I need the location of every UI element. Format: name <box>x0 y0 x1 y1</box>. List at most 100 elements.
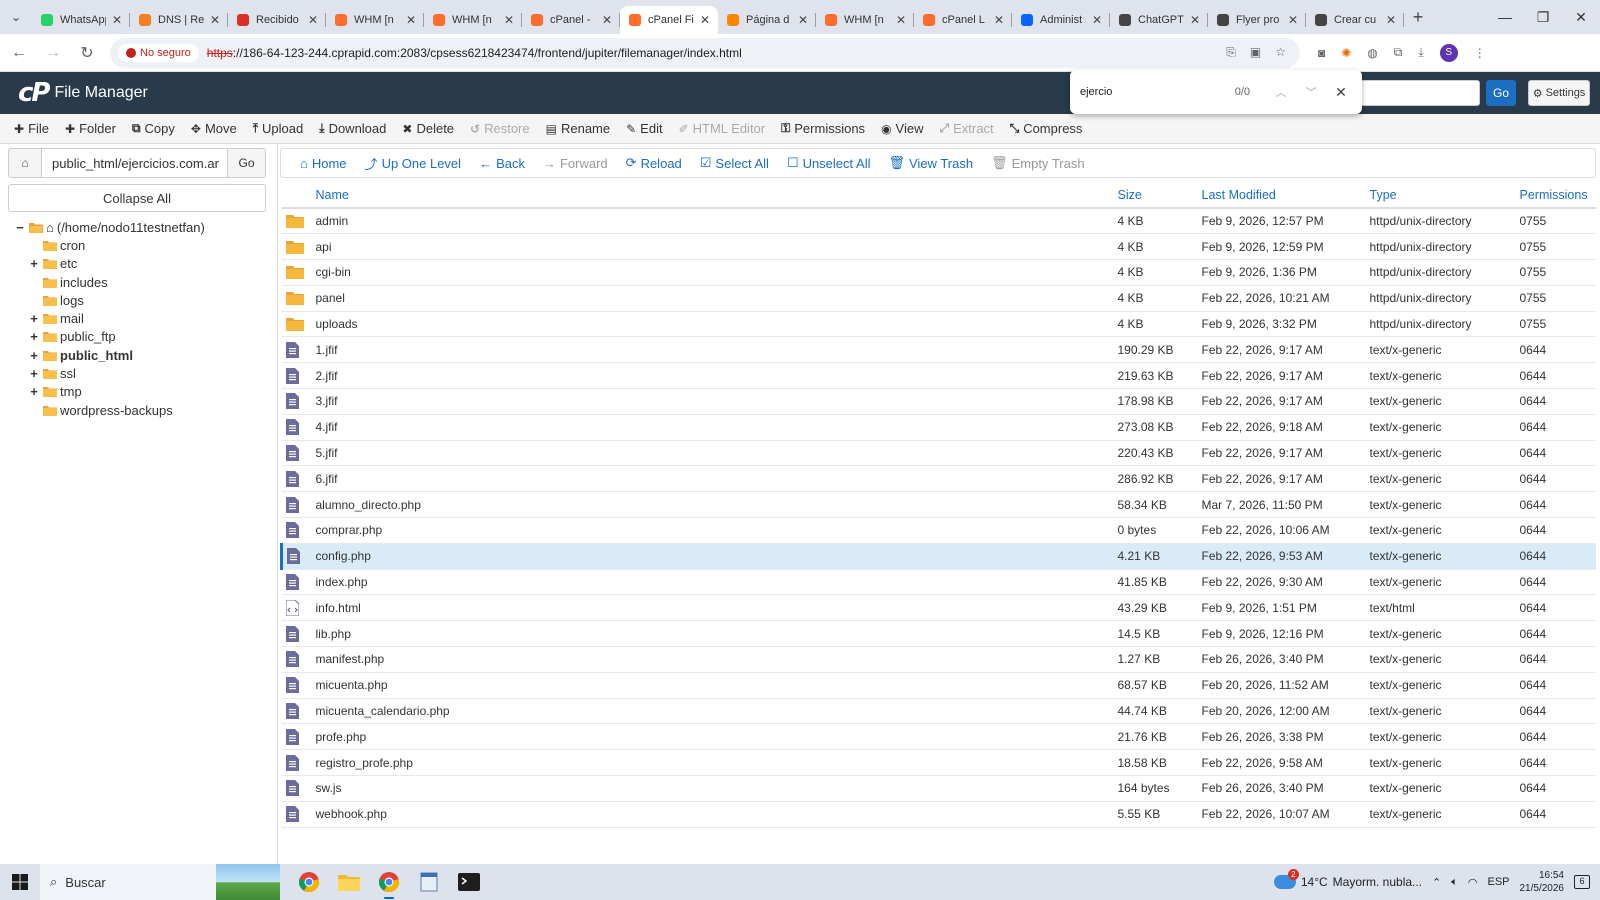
action-up-one-level-button[interactable]: ⤴ Up One Level <box>356 154 471 173</box>
language-indicator[interactable]: ESP <box>1487 876 1509 888</box>
toolbar-view-button[interactable]: ◉ View <box>873 121 931 136</box>
file-name[interactable]: profe.php <box>311 723 1114 751</box>
tree-item-public-html[interactable]: + public_html <box>14 346 274 364</box>
file-name[interactable]: 5.jfif <box>311 440 1114 467</box>
minimize-icon[interactable]: — <box>1486 0 1524 34</box>
expand-toggle-icon[interactable]: + <box>28 329 40 344</box>
tab-close-icon[interactable]: ✕ <box>1288 13 1298 27</box>
file-name[interactable]: api <box>311 233 1114 261</box>
table-row[interactable]: micuenta_calendario.php 44.74 KB Feb 20, 2… <box>281 698 1596 725</box>
action-unselect-all-button[interactable]: ☐ Unselect All <box>778 155 880 171</box>
expand-toggle-icon[interactable]: + <box>28 311 40 326</box>
table-row[interactable]: lib.php 14.5 KB Feb 9, 2026, 12:16 PM text/… <box>281 620 1596 648</box>
expand-toggle-icon[interactable]: + <box>28 256 40 271</box>
table-row[interactable]: 6.jfif 286.92 KB Feb 22, 2026, 9:17 AM text… <box>281 465 1596 493</box>
tab-close-icon[interactable]: ✕ <box>1386 13 1396 27</box>
close-window-icon[interactable]: ✕ <box>1562 0 1600 34</box>
url-field[interactable]: No seguro https ://186-64-123-244.cprapi… <box>110 37 1300 68</box>
toolbar-folder-button[interactable]: ✚ Folder <box>57 121 124 136</box>
extension-spark-icon[interactable]: ✺ <box>1341 46 1351 60</box>
toolbar-restore-button[interactable]: ↺ Restore <box>462 121 538 136</box>
kebab-menu-icon[interactable]: ⋮ <box>1474 46 1486 60</box>
browser-tab[interactable]: Administ ✕ <box>1012 6 1110 34</box>
tree-item-etc[interactable]: + etc <box>14 255 274 273</box>
search-go-button[interactable]: Go <box>1486 80 1516 106</box>
table-row[interactable]: webhook.php 5.55 KB Feb 22, 2026, 10:07 AM… <box>281 801 1596 828</box>
expand-toggle-icon[interactable]: + <box>28 384 40 399</box>
reload-icon[interactable]: ↻ <box>72 38 102 68</box>
table-row[interactable]: comprar.php 0 bytes Feb 22, 2026, 10:06 AM… <box>281 517 1596 544</box>
file-name[interactable]: 2.jfif <box>311 362 1114 390</box>
expand-toggle-icon[interactable]: + <box>28 366 40 381</box>
tree-item-logs[interactable]: logs <box>14 291 274 309</box>
camera-icon[interactable]: ◙ <box>1318 46 1325 60</box>
table-row[interactable]: manifest.php 1.27 KB Feb 26, 2026, 3:40 PM… <box>281 646 1596 673</box>
toolbar-html-editor-button[interactable]: ✐ HTML Editor <box>671 121 774 136</box>
collapse-toggle-icon[interactable]: − <box>14 220 26 235</box>
file-name[interactable]: micuenta_calendario.php <box>311 698 1114 725</box>
taskbar-search[interactable]: ⌕ Buscar <box>40 864 280 900</box>
tree-item-ssl[interactable]: + ssl <box>14 364 274 382</box>
cpanel-logo[interactable]: cP File Manager <box>18 78 148 108</box>
browser-tab[interactable]: Página d ✕ <box>718 6 816 34</box>
notepad-icon[interactable] <box>416 869 442 895</box>
table-row[interactable]: config.php 4.21 KB Feb 22, 2026, 9:53 AM te… <box>280 543 1596 570</box>
table-row[interactable]: info.html 43.29 KB Feb 9, 2026, 1:51 PM tex… <box>281 594 1596 622</box>
action-reload-button[interactable]: ⟳ Reload <box>617 155 691 171</box>
wifi-icon[interactable]: ◠ <box>1468 876 1478 889</box>
file-name[interactable]: config.php <box>311 543 1114 570</box>
table-row[interactable]: 3.jfif 178.98 KB Feb 22, 2026, 9:17 AM text… <box>281 388 1596 415</box>
table-row[interactable]: alumno_directo.php 58.34 KB Mar 7, 2026, 1… <box>281 491 1596 519</box>
tab-close-icon[interactable]: ✕ <box>1092 13 1102 27</box>
action-back-button[interactable]: ← Back <box>470 156 534 171</box>
back-arrow-icon[interactable]: ← <box>4 38 34 68</box>
collapse-all-button[interactable]: Collapse All <box>8 184 266 212</box>
action-view-trash-button[interactable]: 🗑︎ View Trash <box>879 155 982 171</box>
toolbar-extract-button[interactable]: ⤢ Extract <box>932 121 1002 136</box>
table-row[interactable]: 5.jfif 220.43 KB Feb 22, 2026, 9:17 AM text… <box>281 440 1596 467</box>
file-name[interactable]: index.php <box>311 569 1114 596</box>
extension-circle-icon[interactable]: ◍ <box>1367 46 1377 60</box>
table-row[interactable]: 1.jfif 190.29 KB Feb 22, 2026, 9:17 AM text… <box>281 336 1596 364</box>
tab-close-icon[interactable]: ✕ <box>994 13 1004 27</box>
browser-tab[interactable]: Crear cu ✕ <box>1306 6 1404 34</box>
browser-tab[interactable]: WHM [n ✕ <box>326 6 424 34</box>
toolbar-edit-button[interactable]: ✎ Edit <box>618 121 670 136</box>
find-icon[interactable]: ▣ <box>1250 45 1261 60</box>
file-name[interactable]: info.html <box>311 594 1114 622</box>
file-explorer-icon[interactable] <box>336 869 362 895</box>
file-name[interactable]: 6.jfif <box>311 465 1114 493</box>
table-row[interactable]: registro_profe.php 18.58 KB Feb 22, 2026, … <box>281 749 1596 777</box>
action-home-button[interactable]: ⌂ Home <box>291 156 356 171</box>
browser-tab[interactable]: Recibido ✕ <box>228 6 326 34</box>
browser-tab[interactable]: cPanel L ✕ <box>914 6 1012 34</box>
toolbar-rename-button[interactable]: ▤ Rename <box>538 121 618 136</box>
tab-close-icon[interactable]: ✕ <box>700 13 710 27</box>
notifications-icon[interactable]: 6 <box>1574 875 1590 889</box>
file-name[interactable]: lib.php <box>311 620 1114 648</box>
table-row[interactable]: sw.js 164 bytes Feb 26, 2026, 3:40 PM text/… <box>281 775 1596 802</box>
home-icon[interactable]: ⌂ <box>8 148 42 178</box>
tab-close-icon[interactable]: ✕ <box>504 13 514 27</box>
file-name[interactable]: 1.jfif <box>311 336 1114 364</box>
file-name[interactable]: 4.jfif <box>311 414 1114 441</box>
column-header-modified[interactable]: Last Modified <box>1197 182 1366 209</box>
chevron-up-icon[interactable]: ⌃ <box>1432 876 1441 889</box>
browser-tab[interactable]: WHM [n ✕ <box>816 6 914 34</box>
toolbar-compress-button[interactable]: ⤡ Compress <box>1002 121 1091 136</box>
file-name[interactable]: admin <box>311 208 1114 235</box>
table-row[interactable]: 2.jfif 219.63 KB Feb 22, 2026, 9:17 AM text… <box>281 362 1596 390</box>
table-row[interactable]: panel 4 KB Feb 22, 2026, 10:21 AM httpd/uni… <box>281 285 1596 312</box>
browser-tab[interactable]: WhatsApp ✕ <box>32 6 130 34</box>
column-header-type[interactable]: Type <box>1365 182 1516 209</box>
toolbar-permissions-button[interactable]: ⚿ Permissions <box>773 121 873 136</box>
extensions-puzzle-icon[interactable]: ⧉ <box>1394 45 1403 60</box>
chrome-active-icon[interactable] <box>376 869 402 899</box>
path-input[interactable]: public_html/ejercicios.com.ar <box>42 148 228 178</box>
table-row[interactable]: index.php 41.85 KB Feb 22, 2026, 9:30 AM te… <box>281 569 1596 596</box>
restore-icon[interactable]: ❐ <box>1524 0 1562 34</box>
translate-icon[interactable]: ⎘ <box>1226 45 1236 60</box>
find-close-icon[interactable]: ✕ <box>1330 84 1352 101</box>
tree-item-tmp[interactable]: + tmp <box>14 383 274 401</box>
table-row[interactable]: api 4 KB Feb 9, 2026, 12:59 PM httpd/unix-d… <box>281 233 1596 261</box>
